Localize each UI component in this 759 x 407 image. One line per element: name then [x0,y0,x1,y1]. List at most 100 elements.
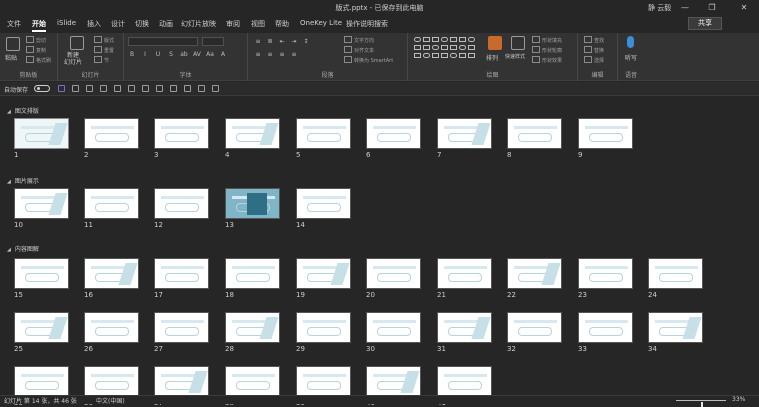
section-header[interactable]: 内容图解 [7,244,39,253]
undo-icon[interactable] [72,85,79,92]
user-account[interactable]: 静 云毅 [648,3,671,13]
quick-styles-icon[interactable] [511,36,525,50]
zoom-slider[interactable] [676,400,726,407]
slide-thumbnail[interactable] [437,312,492,343]
slide-thumbnail[interactable] [225,188,280,219]
slide-thumbnail[interactable] [14,258,69,289]
format-button-0[interactable]: B [128,51,136,59]
slide-thumbnail[interactable] [154,312,209,343]
shape-icon[interactable] [432,53,439,58]
slide-thumbnail[interactable] [578,118,633,149]
slide-thumbnail[interactable] [225,366,280,397]
shape-fill-button[interactable]: 形状填充 [532,36,562,44]
slide-thumbnail[interactable] [84,366,139,397]
shape-icon[interactable] [468,53,475,58]
slide-thumbnail[interactable] [437,118,492,149]
line-spacing-icon[interactable]: ↕ [302,38,310,46]
decrease-indent-icon[interactable]: ⇤ [278,38,286,46]
slide-thumbnail[interactable] [366,258,421,289]
slide-thumbnail[interactable] [84,118,139,149]
shape-icon[interactable] [441,53,448,58]
cut-button[interactable]: 剪切 [26,36,46,44]
tab-6[interactable]: 动画 [159,19,173,29]
tab-8[interactable]: 审阅 [226,19,240,29]
shape-icon[interactable] [432,37,439,42]
shape-icon[interactable] [441,37,448,42]
format-button-7[interactable]: A [219,51,227,59]
shape-icon[interactable] [459,45,466,50]
slide-thumbnail[interactable] [84,312,139,343]
text-direction-button[interactable]: 文字方向 [344,36,374,44]
format-button-5[interactable]: AV [193,51,201,59]
section-header[interactable]: 图文排版 [7,106,39,115]
autosave-toggle[interactable] [34,85,50,92]
share-button[interactable]: 共享 [688,17,722,30]
slide-thumbnail[interactable] [648,258,703,289]
table-icon[interactable] [156,85,163,92]
slide-thumbnail[interactable] [225,312,280,343]
shape-icon[interactable] [423,45,430,50]
select-button[interactable]: 选择 [584,56,604,64]
microphone-icon[interactable] [627,36,634,48]
chart-icon[interactable] [170,85,177,92]
shape-icon[interactable] [450,45,457,50]
numbering-icon[interactable]: ≣ [266,38,274,46]
slide-thumbnail[interactable] [225,258,280,289]
find-button[interactable]: 查找 [584,36,604,44]
section-button[interactable]: 节 [94,56,109,64]
slide-thumbnail[interactable] [366,118,421,149]
shape-icon[interactable] [441,45,448,50]
section-header[interactable]: 图片展示 [7,176,39,185]
tab-0[interactable]: 文件 [7,19,21,29]
tab-12[interactable]: 操作说明搜索 [346,19,388,29]
format-button-4[interactable]: ab [180,51,188,59]
shape-icon[interactable] [414,37,421,42]
more-tools-icon[interactable] [212,85,219,92]
align-text-button[interactable]: 对齐文本 [344,46,374,54]
shape-icon[interactable] [450,53,457,58]
slide-thumbnail[interactable] [648,312,703,343]
slide-thumbnail[interactable] [14,366,69,397]
restore-button[interactable]: ❐ [706,2,718,14]
bullets-icon[interactable]: ≡ [254,38,262,46]
slide-thumbnail[interactable] [507,258,562,289]
slide-thumbnail[interactable] [154,366,209,397]
close-button[interactable]: ✕ [738,2,750,14]
slide-thumbnail[interactable] [366,312,421,343]
tab-11[interactable]: OneKey Lite [300,19,342,27]
paste-icon[interactable] [6,37,20,51]
tab-5[interactable]: 切换 [135,19,149,29]
slide-thumbnail[interactable] [154,258,209,289]
shape-icon[interactable] [459,37,466,42]
tab-7[interactable]: 幻灯片放映 [181,19,216,29]
slide-thumbnail[interactable] [225,118,280,149]
smartart-button[interactable]: 转换为 SmartArt [344,56,393,64]
camera-icon[interactable] [128,85,135,92]
tab-1[interactable]: 开始 [32,19,46,32]
increase-indent-icon[interactable]: ⇥ [290,38,298,46]
slide-thumbnail[interactable] [437,258,492,289]
shape-outline-button[interactable]: 形状轮廓 [532,46,562,54]
reset-button[interactable]: 重置 [94,46,114,54]
redo-icon[interactable] [86,85,93,92]
shape-icon[interactable] [423,37,430,42]
tab-10[interactable]: 帮助 [275,19,289,29]
zoom-slider-knob[interactable] [701,402,703,407]
align-center-icon[interactable]: ≡ [266,51,274,59]
justify-icon[interactable]: ≡ [290,51,298,59]
shape-icon[interactable] [414,53,421,58]
shape-icon[interactable] [468,37,475,42]
font-family-select[interactable] [128,37,198,46]
shape-icon[interactable] [450,37,457,42]
replace-button[interactable]: 替换 [584,46,604,54]
slide-thumbnail[interactable] [296,118,351,149]
tab-2[interactable]: iSlide [57,19,76,27]
copy-button[interactable]: 复制 [26,46,46,54]
shape-icon[interactable] [459,53,466,58]
shape-icon[interactable] [414,45,421,50]
font-size-select[interactable] [202,37,224,46]
slide-thumbnail[interactable] [296,188,351,219]
slide-thumbnail[interactable] [84,258,139,289]
slide-thumbnail[interactable] [296,258,351,289]
slide-thumbnail[interactable] [154,188,209,219]
